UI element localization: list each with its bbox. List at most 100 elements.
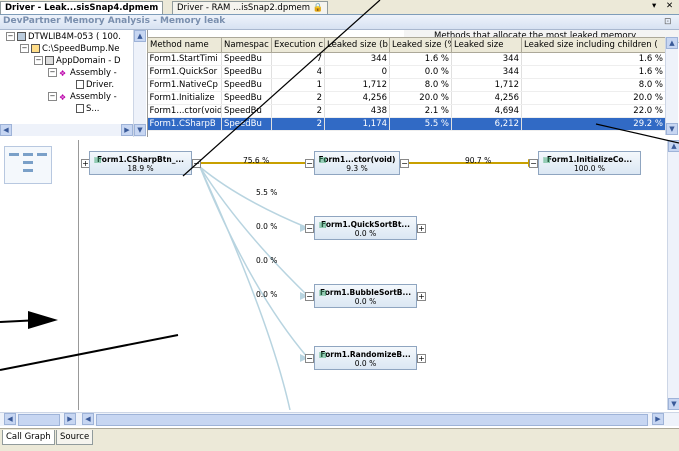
scroll-down-icon[interactable]: ▼ (666, 123, 678, 135)
scroll-down-icon[interactable]: ▼ (134, 124, 146, 136)
cell: 4,256 (451, 91, 522, 105)
cell: 1,712 (451, 78, 522, 92)
node-name: Form1.InitializeCo... (546, 155, 633, 164)
cell: 1.6 % (389, 52, 452, 66)
column-header[interactable]: Method name (147, 37, 222, 53)
tree-horizontal-scrollbar[interactable]: ◀ ▶ (0, 124, 133, 136)
pin-icon[interactable]: ⊡ (664, 17, 672, 27)
tree-item-appdomain[interactable]: − AppDomain - D (34, 56, 121, 67)
tree-item-process[interactable]: − C:\SpeedBump.Ne (20, 44, 120, 55)
scroll-up-icon[interactable]: ▲ (668, 140, 679, 152)
collapse-icon[interactable]: − (20, 44, 29, 53)
table-row-selected[interactable]: Form1.CSharpB SpeedBu 2 1,174 5.5 % 6,212 29.2… (147, 117, 665, 131)
overview-node (9, 153, 19, 156)
scroll-down-icon[interactable]: ▼ (668, 398, 679, 410)
tab-call-graph[interactable]: Call Graph (2, 430, 55, 445)
table-row[interactable]: Form1.StartTimi SpeedBu 7 344 1.6 % 344 1.6 % (147, 52, 665, 66)
lock-icon: 🔒 (312, 3, 324, 13)
table-header-row: Method name Namespac Execution c Leaked … (147, 37, 665, 53)
collapse-icon[interactable]: − (529, 159, 538, 168)
cell: 2 (271, 117, 325, 131)
collapse-icon[interactable]: − (192, 159, 201, 168)
doc-tab-leak-snap4[interactable]: Driver - Leak...sisSnap4.dpmem (0, 1, 164, 14)
tree-item-assembly-2[interactable]: − ❖ Assembly - (48, 92, 117, 103)
tree-item-host[interactable]: − DTWLIB4M-053 ( 100. (6, 32, 121, 43)
method-icon: ▤ (319, 288, 327, 297)
cell: SpeedBu (221, 78, 272, 92)
grid-vertical-scrollbar[interactable]: ▲ ▼ (665, 37, 678, 135)
cell: Form1.CSharpB (147, 117, 222, 131)
graph-node-initialize[interactable]: ▤ Form1.InitializeCo... 100.0 % (538, 151, 641, 175)
column-header[interactable]: Leaked size (451, 37, 522, 53)
collapse-icon[interactable]: − (305, 224, 314, 233)
table-row[interactable]: Form1.Initialize SpeedBu 2 4,256 20.0 % 4,256… (147, 91, 665, 105)
graph-node-bubblesort[interactable]: ▤ Form1.BubbleSortB... 0.0 % (314, 284, 417, 308)
tab-source[interactable]: Source (56, 430, 94, 445)
tab-dropdown-icon[interactable]: ▾ (652, 1, 656, 11)
tree-vertical-scrollbar[interactable]: ▲ ▼ (133, 30, 146, 137)
doc-tab-label: Driver - RAM ...isSnap2.dpmem (177, 3, 311, 13)
overview-viewport[interactable] (4, 146, 52, 184)
table-row[interactable]: Form1...ctor(void SpeedBu 2 438 2.1 % 4,694 22… (147, 104, 665, 118)
scroll-left-icon[interactable]: ◀ (82, 413, 94, 425)
overview-scroll-thumb[interactable] (18, 414, 60, 426)
process-tree: − DTWLIB4M-053 ( 100. − C:\SpeedBump.Ne − A… (0, 30, 148, 137)
column-header[interactable]: Execution c (271, 37, 325, 53)
collapse-icon[interactable]: − (48, 68, 57, 77)
assembly-icon: ❖ (59, 93, 67, 102)
canvas-scroll-thumb[interactable] (96, 414, 648, 426)
scroll-right-icon[interactable]: ▶ (64, 413, 76, 425)
column-header[interactable]: Leaked size including children ( (521, 37, 665, 53)
scroll-left-icon[interactable]: ◀ (0, 124, 12, 136)
collapse-icon[interactable]: − (6, 32, 15, 41)
graph-node-quicksort[interactable]: ▤ Form1.QuickSortBt... 0.0 % (314, 216, 417, 240)
page-title: DevPartner Memory Analysis - Memory leak (3, 16, 226, 26)
graph-node-randomize[interactable]: ▤ Form1.RandomizeB... 0.0 % (314, 346, 417, 370)
tree-item-module[interactable]: S... (76, 104, 100, 115)
node-percent: 9.3 % (346, 164, 368, 173)
scroll-left-icon[interactable]: ◀ (4, 413, 16, 425)
scroll-up-icon[interactable]: ▲ (666, 37, 678, 49)
edge-label: 75.6 % (243, 156, 270, 165)
overview-node (23, 169, 33, 172)
column-header[interactable]: Namespac (221, 37, 272, 53)
graph-node-ctor[interactable]: ▤ Form1...ctor(void) 9.3 % (314, 151, 400, 175)
cell: 344 (451, 52, 522, 66)
close-icon[interactable]: ✕ (666, 1, 673, 11)
collapse-icon[interactable]: − (34, 56, 43, 65)
scroll-right-icon[interactable]: ▶ (652, 413, 664, 425)
doc-tab-ram-snap2[interactable]: Driver - RAM ...isSnap2.dpmem 🔒 (172, 1, 329, 14)
graph-overview-pane[interactable] (0, 140, 79, 410)
graph-node-root[interactable]: ▤ Form1.CSharpBtn_... 18.9 % (89, 151, 192, 175)
collapse-icon[interactable]: − (305, 159, 314, 168)
collapse-icon[interactable]: − (305, 354, 314, 363)
edge-light-1 (199, 166, 309, 229)
scroll-right-icon[interactable]: ▶ (121, 124, 133, 136)
column-header[interactable]: Leaked size (% (389, 37, 452, 53)
edge-light-3 (199, 166, 309, 359)
expand-icon[interactable]: + (417, 354, 426, 363)
cell: 4,694 (451, 104, 522, 118)
table-row[interactable]: Form1.QuickSor SpeedBu 4 0 0.0 % 344 1.6 % (147, 65, 665, 79)
scroll-up-icon[interactable]: ▲ (134, 30, 146, 42)
node-name: Form1.QuickSortBt... (321, 220, 410, 229)
tree-item-assembly-1[interactable]: − ❖ Assembly - (48, 68, 117, 79)
tree-item-driver[interactable]: Driver. (76, 80, 114, 91)
table-row[interactable]: Form1.NativeCp SpeedBu 1 1,712 8.0 % 1,712 8.0… (147, 78, 665, 92)
call-graph-canvas[interactable]: + ▤ Form1.CSharpBtn_... 18.9 % − − ▤ For… (80, 140, 667, 410)
column-header[interactable]: Leaked size (b (324, 37, 390, 53)
node-percent: 0.0 % (354, 229, 377, 238)
computer-icon (17, 32, 26, 41)
expand-icon[interactable]: + (417, 292, 426, 301)
cell: Form1.NativeCp (147, 78, 222, 92)
edge-label: 0.0 % (256, 290, 278, 299)
collapse-icon[interactable]: − (400, 159, 409, 168)
edge-label: 5.5 % (256, 188, 278, 197)
cell: SpeedBu (221, 65, 272, 79)
bottom-tab-bar: Call Graph Source (0, 428, 679, 451)
expand-icon[interactable]: + (417, 224, 426, 233)
method-icon: ▤ (319, 220, 327, 229)
collapse-icon[interactable]: − (305, 292, 314, 301)
collapse-icon[interactable]: − (48, 92, 57, 101)
canvas-vertical-scrollbar[interactable]: ▲ ▼ (667, 140, 679, 410)
